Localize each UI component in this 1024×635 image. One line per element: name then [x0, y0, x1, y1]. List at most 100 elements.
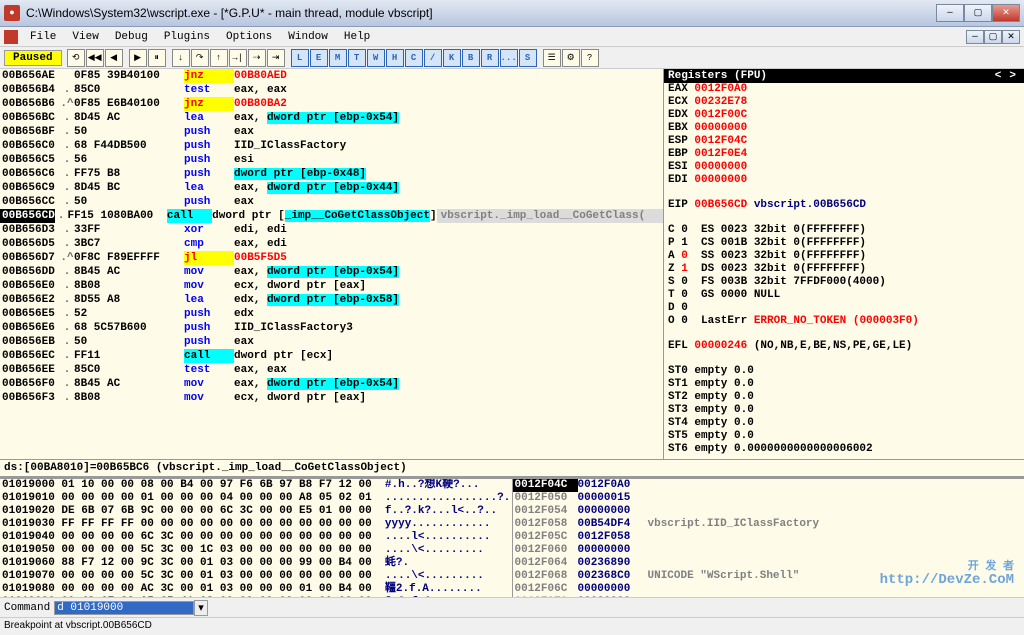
disasm-line[interactable]: 00B656CC.50pusheax [0, 195, 663, 209]
menu-view[interactable]: View [64, 29, 106, 45]
disasm-line[interactable]: 00B656BC.8D45 ACleaeax, dword ptr [ebp-0… [0, 111, 663, 125]
mdi-max-button[interactable]: ▢ [984, 30, 1002, 44]
restart-icon[interactable]: ⟲ [67, 49, 85, 67]
opt2-icon[interactable]: ⚙ [562, 49, 580, 67]
flag-line[interactable]: T 0 GS 0000 NULL [664, 289, 1024, 302]
disasm-line[interactable]: 00B656D5.3BC7cmpeax, edi [0, 237, 663, 251]
fpu-line[interactable]: ST6 empty 0.0000000000000006002 [664, 443, 1024, 456]
panel-btn-L[interactable]: L [291, 49, 309, 67]
flag-line[interactable]: S 0 FS 003B 32bit 7FFDF000(4000) [664, 276, 1024, 289]
disasm-line[interactable]: 00B656C0.68 F44DB500pushIID_IClassFactor… [0, 139, 663, 153]
help-icon[interactable]: ? [581, 49, 599, 67]
menu-plugins[interactable]: Plugins [156, 29, 218, 45]
panel-btn-S[interactable]: S [519, 49, 537, 67]
reg-EDX[interactable]: EDX 0012F00C [664, 109, 1024, 122]
reg-EBX[interactable]: EBX 00000000 [664, 122, 1024, 135]
stack-line[interactable]: 0012F05000000015 [513, 492, 1024, 505]
runto-icon[interactable]: →| [229, 49, 247, 67]
flag-line[interactable]: D 0 [664, 302, 1024, 315]
disasm-line[interactable]: 00B656D7.^0F8C F89EFFFFjl00B5F5D5 [0, 251, 663, 265]
flag-line[interactable]: C 0 ES 0023 32bit 0(FFFFFFFF) [664, 224, 1024, 237]
runtil-icon[interactable]: ⇥ [267, 49, 285, 67]
menu-window[interactable]: Window [280, 29, 336, 45]
rewind-icon[interactable]: ◀◀ [86, 49, 104, 67]
reg-ESI[interactable]: ESI 00000000 [664, 161, 1024, 174]
panel-btn-K[interactable]: K [443, 49, 461, 67]
flag-line[interactable]: O 0 LastErr ERROR_NO_TOKEN (000003F0) [664, 315, 1024, 328]
hex-line[interactable]: 01019090 00 48 6E 32 A5 C5 41 08 00 00 0… [0, 596, 512, 597]
trace-icon[interactable]: ⇢ [248, 49, 266, 67]
mdi-min-button[interactable]: ─ [966, 30, 984, 44]
disasm-line[interactable]: 00B656E6.68 5C57B600pushIID_IClassFactor… [0, 321, 663, 335]
disasm-line[interactable]: 00B656F0.8B45 ACmoveax, dword ptr [ebp-0… [0, 377, 663, 391]
command-input[interactable] [54, 601, 194, 615]
disasm-line[interactable]: 00B656EC.FF11calldword ptr [ecx] [0, 349, 663, 363]
panel-btn-M[interactable]: M [329, 49, 347, 67]
disasm-line[interactable]: 00B656EE.85C0testeax, eax [0, 363, 663, 377]
panel-btn-E[interactable]: E [310, 49, 328, 67]
panel-btn-C[interactable]: C [405, 49, 423, 67]
stack-line[interactable]: 0012F04C0012F0A0 [513, 479, 1024, 492]
fpu-line[interactable]: ST3 empty 0.0 [664, 404, 1024, 417]
opt1-icon[interactable]: ☰ [543, 49, 561, 67]
stack-line[interactable]: 0012F05400000000 [513, 505, 1024, 518]
hex-line[interactable]: 01019080 00 00 00 00 AC 3C 00 01 03 00 0… [0, 583, 512, 596]
menu-debug[interactable]: Debug [107, 29, 156, 45]
reg-EIP[interactable]: EIP 00B656CD vbscript.00B656CD [664, 199, 1024, 212]
disasm-line[interactable]: 00B656E2.8D55 A8leaedx, dword ptr [ebp-0… [0, 293, 663, 307]
hex-line[interactable]: 01019070 00 00 00 00 5C 3C 00 01 03 00 0… [0, 570, 512, 583]
reg-ECX[interactable]: ECX 00232E78 [664, 96, 1024, 109]
panel-btn-...[interactable]: ... [500, 49, 518, 67]
panel-btn-T[interactable]: T [348, 49, 366, 67]
reg-EAX[interactable]: EAX 0012F0A0 [664, 83, 1024, 96]
hex-line[interactable]: 01019040 00 00 00 00 6C 3C 00 00 00 00 0… [0, 531, 512, 544]
fpu-line[interactable]: ST2 empty 0.0 [664, 391, 1024, 404]
hex-line[interactable]: 01019010 00 00 00 00 01 00 00 00 04 00 0… [0, 492, 512, 505]
panel-btn-/[interactable]: / [424, 49, 442, 67]
panel-btn-W[interactable]: W [367, 49, 385, 67]
run-icon[interactable]: ▶ [129, 49, 147, 67]
panel-btn-B[interactable]: B [462, 49, 480, 67]
disasm-line[interactable]: 00B656EB.50pusheax [0, 335, 663, 349]
back-icon[interactable]: ◀ [105, 49, 123, 67]
disasm-line[interactable]: 00B656C9.8D45 BCleaeax, dword ptr [ebp-0… [0, 181, 663, 195]
menu-options[interactable]: Options [218, 29, 280, 45]
hex-line[interactable]: 01019000 01 10 00 00 08 00 B4 00 97 F6 6… [0, 479, 512, 492]
stepinto-icon[interactable]: ↓ [172, 49, 190, 67]
reg-EDI[interactable]: EDI 00000000 [664, 174, 1024, 187]
stack-line[interactable]: 0012F05C0012F058 [513, 531, 1024, 544]
stepover-icon[interactable]: ↷ [191, 49, 209, 67]
pause-icon[interactable]: ⏸ [148, 49, 166, 67]
reg-EFL[interactable]: EFL 00000246 (NO,NB,E,BE,NS,PE,GE,LE) [664, 340, 1024, 353]
stack-line[interactable]: 0012F05800B54DF4vbscript.IID_IClassFacto… [513, 518, 1024, 531]
disasm-line[interactable]: 00B656C5.56pushesi [0, 153, 663, 167]
maximize-button[interactable]: ▢ [964, 4, 992, 22]
disasm-line[interactable]: 00B656D3.33FFxoredi, edi [0, 223, 663, 237]
disasm-line[interactable]: 00B656E5.52pushedx [0, 307, 663, 321]
stepout-icon[interactable]: ↑ [210, 49, 228, 67]
hex-line[interactable]: 01019050 00 00 00 00 5C 3C 00 1C 03 00 0… [0, 544, 512, 557]
cmd-dropdown-icon[interactable]: ▾ [194, 600, 208, 616]
menu-file[interactable]: File [22, 29, 64, 45]
reg-EBP[interactable]: EBP 0012F0E4 [664, 148, 1024, 161]
panel-btn-H[interactable]: H [386, 49, 404, 67]
disasm-line[interactable]: 00B656AE 0F85 39B40100jnz00B80AED [0, 69, 663, 83]
panel-btn-R[interactable]: R [481, 49, 499, 67]
flag-line[interactable]: Z 1 DS 0023 32bit 0(FFFFFFFF) [664, 263, 1024, 276]
disasm-line[interactable]: 00B656BF.50pusheax [0, 125, 663, 139]
minimize-button[interactable]: ─ [936, 4, 964, 22]
disasm-line[interactable]: 00B656DD.8B45 ACmoveax, dword ptr [ebp-0… [0, 265, 663, 279]
fpu-line[interactable]: ST5 empty 0.0 [664, 430, 1024, 443]
flag-line[interactable]: P 1 CS 001B 32bit 0(FFFFFFFF) [664, 237, 1024, 250]
stack-line[interactable]: 0012F06000000000 [513, 544, 1024, 557]
mdi-close-button[interactable]: ✕ [1002, 30, 1020, 44]
close-button[interactable]: ✕ [992, 4, 1020, 22]
fpu-line[interactable]: ST1 empty 0.0 [664, 378, 1024, 391]
disasm-line[interactable]: 00B656CD.FF15 1080BA00calldword ptr [_im… [0, 209, 663, 223]
fpu-line[interactable]: ST4 empty 0.0 [664, 417, 1024, 430]
registers-pane[interactable]: Registers (FPU) < > EAX 0012F0A0ECX 0023… [664, 69, 1024, 459]
fpu-line[interactable]: ST0 empty 0.0 [664, 365, 1024, 378]
disassembly-pane[interactable]: 00B656AE 0F85 39B40100jnz00B80AED 00B656B… [0, 69, 664, 459]
disasm-line[interactable]: 00B656E0.8B08movecx, dword ptr [eax] [0, 279, 663, 293]
disasm-line[interactable]: 00B656F3.8B08movecx, dword ptr [eax] [0, 391, 663, 405]
